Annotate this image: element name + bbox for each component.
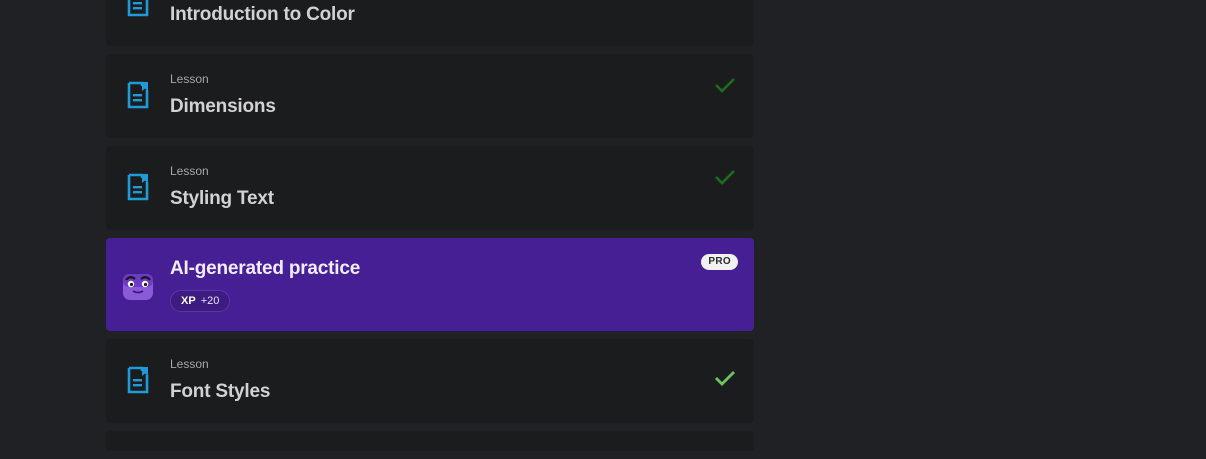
bot-icon [123, 274, 153, 300]
lesson-card-dimensions[interactable]: Lesson Dimensions [106, 54, 754, 138]
document-icon [127, 0, 149, 17]
checkmark-icon [715, 170, 735, 185]
xp-badge: XP +20 [170, 290, 231, 312]
lesson-kind-label: Lesson [170, 72, 209, 86]
lesson-kind-label: Lesson [170, 357, 209, 371]
pro-badge: PRO [701, 254, 738, 270]
lesson-title: Dimensions [170, 96, 276, 117]
practice-title: AI-generated practice [170, 258, 361, 279]
lesson-kind-label: Lesson [170, 164, 209, 178]
lesson-card-styling-text[interactable]: Lesson Styling Text [106, 146, 754, 230]
lesson-card-introduction-to-color[interactable]: Introduction to Color [106, 0, 754, 46]
document-icon [127, 173, 149, 201]
ai-practice-card[interactable]: AI-generated practice XP +20 PRO [106, 238, 754, 331]
lesson-card-next[interactable] [106, 431, 754, 451]
lesson-title: Styling Text [170, 188, 274, 209]
xp-label: XP [181, 295, 196, 307]
lesson-title: Font Styles [170, 381, 271, 402]
xp-value: +20 [200, 295, 220, 307]
lesson-list: Introduction to Color Lesson Dimensions … [106, 0, 754, 459]
lesson-card-font-styles[interactable]: Lesson Font Styles [106, 339, 754, 423]
checkmark-icon [715, 78, 735, 93]
lesson-title: Introduction to Color [170, 4, 355, 25]
document-icon [127, 366, 149, 394]
document-icon [127, 81, 149, 109]
checkmark-icon [715, 371, 735, 386]
